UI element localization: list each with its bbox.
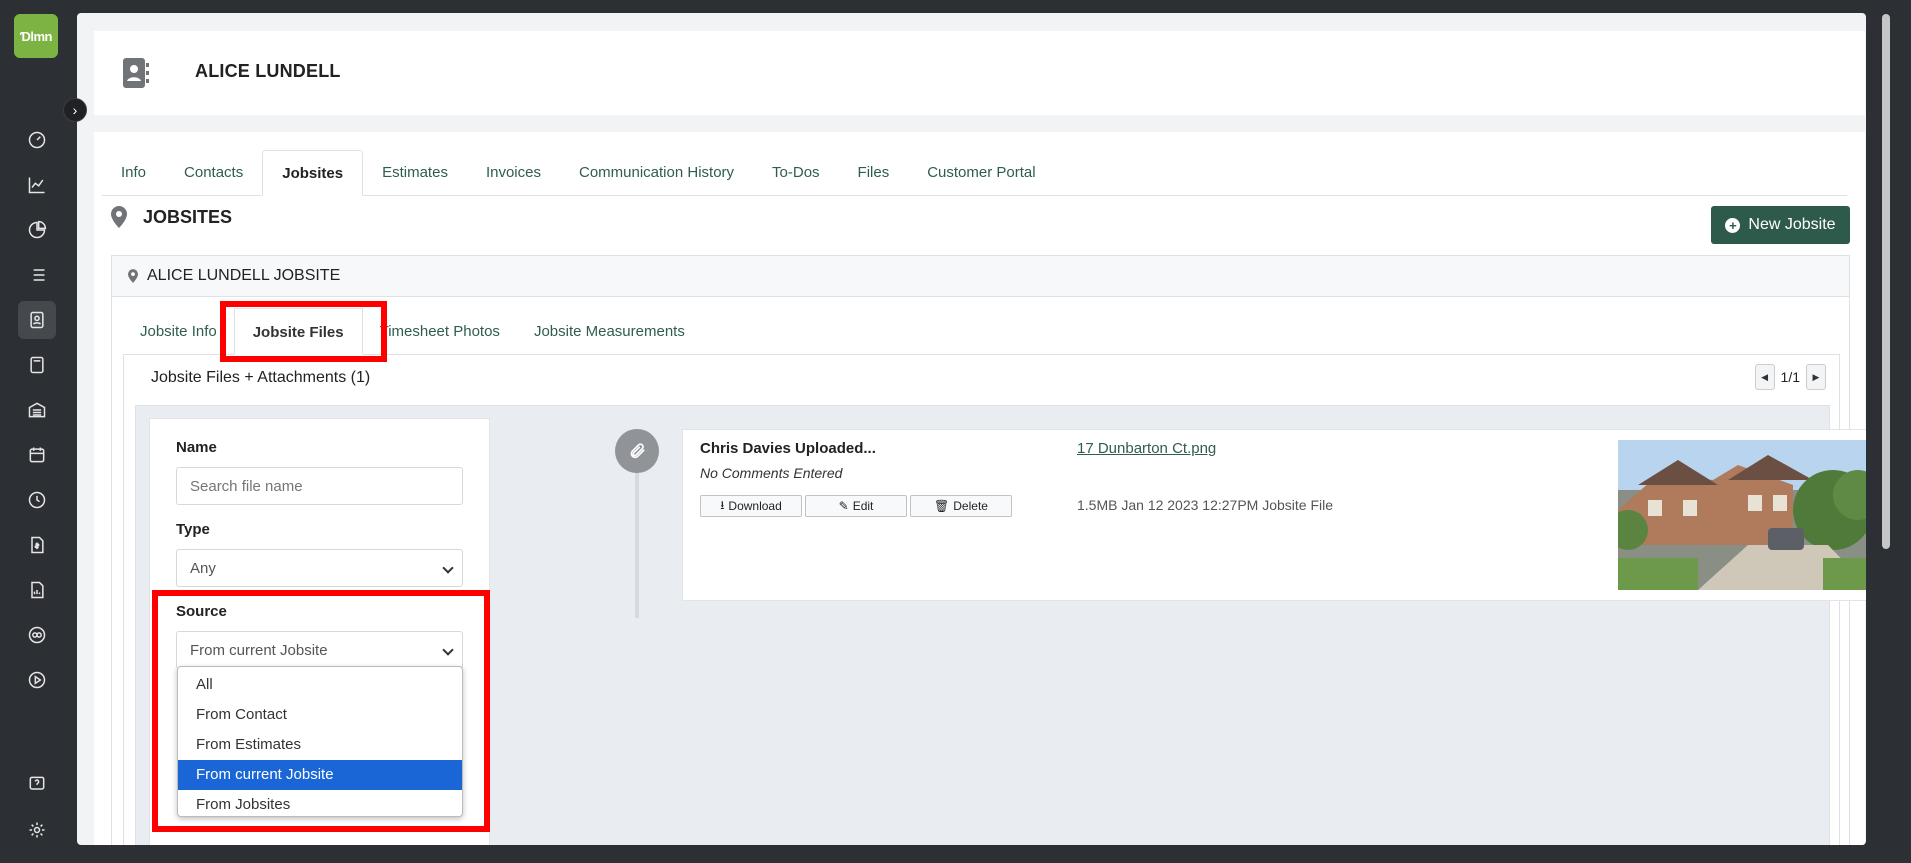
download-icon: ⭳: [720, 497, 725, 512]
clock-icon[interactable]: [18, 481, 56, 519]
subtab-jobsite-measurements[interactable]: Jobsite Measurements: [517, 308, 702, 355]
highlight-jobsite-files-tab: [220, 301, 387, 362]
file-entry: Chris Davies Uploaded... No Comments Ent…: [682, 429, 1866, 601]
timeline-line: [635, 468, 639, 618]
calendar-icon[interactable]: [18, 436, 56, 474]
files-title: Jobsite Files + Attachments (1): [151, 369, 371, 386]
tab-files[interactable]: Files: [839, 150, 909, 196]
tab-contacts[interactable]: Contacts: [165, 150, 262, 196]
app-logo[interactable]: Ɗlmn: [14, 14, 58, 58]
page-indicator: 1/1: [1780, 369, 1800, 385]
help-icon[interactable]: [18, 765, 56, 803]
sidebar-expand-button[interactable]: ›: [63, 98, 87, 122]
report-icon[interactable]: [18, 571, 56, 609]
attachment-marker: [615, 429, 659, 473]
jobsites-title: JOBSITES: [143, 206, 233, 227]
file-name-link[interactable]: 17 Dunbarton Ct.png: [1077, 440, 1216, 457]
delete-button[interactable]: 🗑 Delete: [910, 495, 1012, 517]
new-jobsite-button[interactable]: + New Jobsite: [1711, 206, 1850, 244]
invoice-icon[interactable]: [18, 526, 56, 564]
subtab-jobsite-info[interactable]: Jobsite Info: [123, 308, 234, 355]
jobsites-heading: JOBSITES: [111, 206, 232, 228]
download-button[interactable]: ⭳ Download: [700, 495, 802, 517]
tab-estimates[interactable]: Estimates: [363, 150, 467, 196]
jobsite-panel-header: ALICE LUNDELL JOBSITE: [112, 256, 1849, 297]
pie-chart-icon[interactable]: [18, 211, 56, 249]
file-thumbnail[interactable]: [1618, 440, 1866, 590]
page-scrollbar[interactable]: [1882, 14, 1890, 549]
calculator-icon[interactable]: [18, 346, 56, 384]
name-filter-label: Name: [176, 439, 217, 456]
warehouse-icon[interactable]: [18, 391, 56, 429]
left-sidebar: Ɗlmn: [0, 0, 74, 863]
map-pin-icon: [111, 206, 127, 228]
customer-tabs: Info Contacts Jobsites Estimates Invoice…: [102, 150, 1847, 196]
edit-icon: ✎: [838, 499, 849, 513]
customer-header: ALICE LUNDELL: [94, 31, 1865, 115]
map-pin-icon: [128, 269, 138, 283]
page-title: ALICE LUNDELL: [195, 61, 341, 81]
list-icon[interactable]: [18, 256, 56, 294]
type-select-value: Any: [190, 559, 216, 577]
line-chart-icon[interactable]: [18, 166, 56, 204]
tab-to-dos[interactable]: To-Dos: [753, 150, 839, 196]
chevron-right-icon: ›: [72, 102, 78, 118]
plus-circle-icon: +: [1725, 217, 1741, 233]
contact-book-icon: [123, 58, 149, 88]
trash-icon: 🗑: [934, 499, 950, 513]
prev-page-button[interactable]: ◀: [1754, 364, 1775, 390]
file-name-search-input[interactable]: [176, 467, 463, 505]
tab-info[interactable]: Info: [102, 150, 165, 196]
delete-label: Delete: [953, 499, 988, 513]
tab-communication-history[interactable]: Communication History: [560, 150, 753, 196]
dashboard-icon[interactable]: [18, 121, 56, 159]
jobsite-name: ALICE LUNDELL JOBSITE: [147, 267, 341, 284]
quickbooks-icon[interactable]: [18, 616, 56, 654]
file-comment: No Comments Entered: [700, 465, 843, 481]
uploader-text: Chris Davies Uploaded...: [700, 440, 876, 457]
chevron-down-icon: [442, 562, 454, 574]
tab-customer-portal[interactable]: Customer Portal: [908, 150, 1054, 196]
pager: ◀ 1/1 ▶: [1754, 364, 1826, 390]
edit-label: Edit: [852, 499, 874, 513]
new-jobsite-label: New Jobsite: [1748, 216, 1836, 233]
gear-icon[interactable]: [18, 811, 56, 849]
download-label: Download: [728, 499, 782, 513]
type-select[interactable]: Any: [176, 549, 463, 587]
type-filter-label: Type: [176, 521, 210, 538]
next-page-button[interactable]: ▶: [1806, 364, 1826, 390]
edit-button[interactable]: ✎ Edit: [805, 495, 907, 517]
paperclip-icon: [630, 443, 645, 459]
file-meta: 1.5MB Jan 12 2023 12:27PM Jobsite File: [1077, 497, 1334, 513]
play-icon[interactable]: [18, 661, 56, 699]
contact-card-icon[interactable]: [18, 301, 56, 339]
tab-jobsites[interactable]: Jobsites: [262, 150, 364, 196]
file-actions: ⭳ Download ✎ Edit 🗑 Delete: [700, 495, 1012, 517]
tab-invoices[interactable]: Invoices: [467, 150, 560, 196]
highlight-source-filter: [152, 590, 490, 832]
